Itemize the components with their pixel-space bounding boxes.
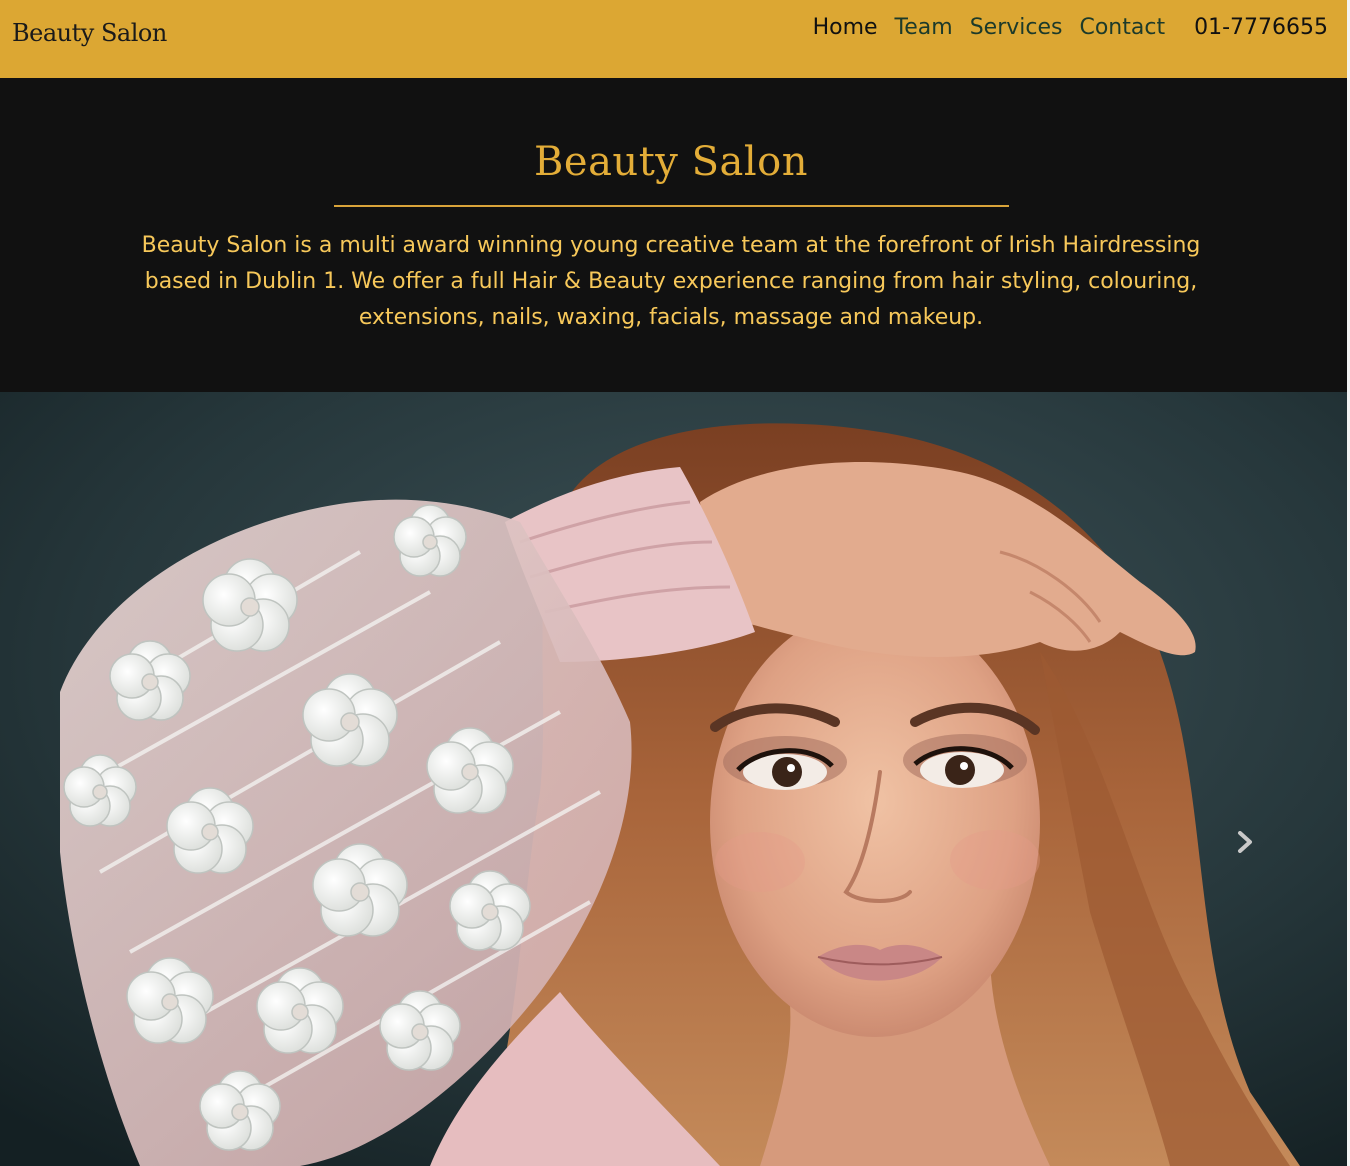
portrait-photo bbox=[0, 392, 1347, 1166]
nav-link-home[interactable]: Home bbox=[813, 13, 878, 43]
title-divider bbox=[334, 205, 1009, 207]
intro-section: Beauty Salon Beauty Salon is a multi awa… bbox=[0, 78, 1347, 392]
hero-carousel bbox=[0, 392, 1347, 1166]
nav-link-services[interactable]: Services bbox=[970, 13, 1063, 43]
nav-link-team[interactable]: Team bbox=[895, 13, 953, 43]
top-navbar: Beauty Salon Home Team Services Contact … bbox=[0, 0, 1347, 78]
main-nav: Home Team Services Contact 01-7776655 bbox=[796, 13, 1328, 43]
phone-number-link[interactable]: 01-7776655 bbox=[1194, 13, 1328, 43]
chevron-right-icon bbox=[1238, 831, 1252, 853]
brand-logo-link[interactable]: Beauty Salon bbox=[12, 19, 167, 47]
carousel-next-button[interactable] bbox=[1228, 824, 1262, 860]
nav-link-contact[interactable]: Contact bbox=[1079, 13, 1165, 43]
intro-description: Beauty Salon is a multi award winning yo… bbox=[141, 233, 1201, 330]
page-title: Beauty Salon bbox=[534, 139, 808, 185]
